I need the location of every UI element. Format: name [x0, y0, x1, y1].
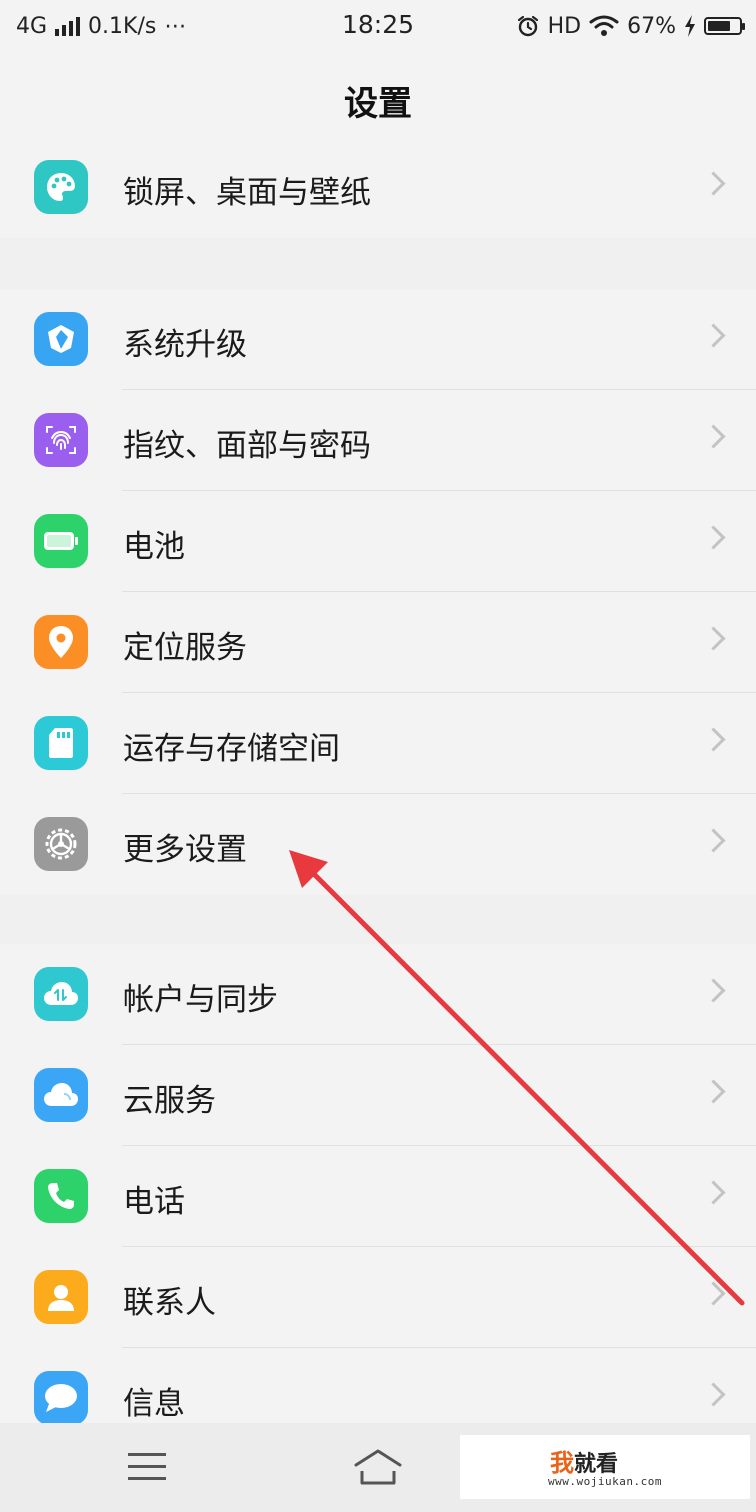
palette-icon [34, 160, 88, 214]
settings-item-label: 锁屏、桌面与壁纸 [123, 175, 371, 211]
phone-icon [34, 1169, 88, 1223]
battery-icon [704, 17, 745, 35]
chevron-right-icon [701, 727, 726, 752]
chevron-right-icon [701, 1180, 726, 1205]
home-icon[interactable] [352, 1447, 404, 1487]
settings-item-location[interactable]: 定位服务 [0, 592, 756, 693]
fingerprint-icon [34, 413, 88, 467]
title-bar: 设置 [0, 52, 756, 147]
battery-percent: 67% [627, 13, 676, 39]
settings-item-label: 指纹、面部与密码 [123, 428, 371, 464]
settings-group-display: 锁屏、桌面与壁纸 [0, 137, 756, 238]
upgrade-icon [34, 312, 88, 366]
gear-icon [34, 817, 88, 871]
chevron-right-icon [701, 978, 726, 1003]
chevron-right-icon [701, 323, 726, 348]
menu-icon[interactable] [128, 1453, 166, 1481]
chevron-right-icon [701, 1079, 726, 1104]
settings-item-label: 信息 [123, 1386, 185, 1422]
settings-item-more-settings[interactable]: 更多设置 [0, 794, 756, 895]
settings-item-system-upgrade[interactable]: 系统升级 [0, 289, 756, 390]
settings-item-label: 运存与存储空间 [123, 731, 340, 767]
settings-item-label: 电话 [123, 1184, 185, 1220]
watermark-logo: 我就看 www.wojiukan.com [460, 1435, 750, 1499]
settings-item-label: 联系人 [123, 1285, 216, 1321]
settings-item-contacts[interactable]: 联系人 [0, 1247, 756, 1348]
navigation-bar: 我就看 www.wojiukan.com [0, 1423, 756, 1512]
settings-item-label: 电池 [123, 529, 185, 565]
settings-item-label: 系统升级 [123, 327, 247, 363]
chevron-right-icon [701, 626, 726, 651]
cloud-icon [34, 1068, 88, 1122]
contact-icon [34, 1270, 88, 1324]
sd-card-icon [34, 716, 88, 770]
status-bar: 4G 0.1K/s ⋯ 18:25 HD 67% [0, 0, 756, 52]
settings-group-accounts: 帐户与同步 云服务 电话 联系人 信息 [0, 944, 756, 1449]
settings-item-label: 帐户与同步 [123, 982, 278, 1018]
watermark-accent: 我 [550, 1449, 574, 1477]
message-icon [34, 1371, 88, 1425]
settings-item-accounts-sync[interactable]: 帐户与同步 [0, 944, 756, 1045]
alarm-icon [517, 15, 538, 37]
watermark-text: 就看 [574, 1452, 619, 1477]
cloud-sync-icon [34, 967, 88, 1021]
watermark-title: 我就看 [550, 1443, 618, 1478]
watermark-url: www.wojiukan.com [548, 1475, 662, 1488]
page-title: 设置 [344, 84, 412, 124]
status-right: HD 67% [516, 10, 745, 42]
chevron-right-icon [701, 171, 726, 196]
chevron-right-icon [701, 424, 726, 449]
charging-icon [685, 15, 695, 37]
chevron-right-icon [701, 525, 726, 550]
location-icon [34, 615, 88, 669]
settings-item-label: 定位服务 [123, 630, 247, 666]
settings-group-system: 系统升级 指纹、面部与密码 电池 定位服务 运存与存储空间 更多设置 [0, 289, 756, 895]
wifi-icon [589, 15, 619, 36]
settings-item-label: 云服务 [123, 1083, 216, 1119]
chevron-right-icon [701, 1281, 726, 1306]
chevron-right-icon [701, 828, 726, 853]
battery-icon [34, 514, 88, 568]
settings-item-lockscreen-wallpaper[interactable]: 锁屏、桌面与壁纸 [0, 137, 756, 238]
settings-item-label: 更多设置 [123, 832, 247, 868]
settings-item-phone[interactable]: 电话 [0, 1146, 756, 1247]
settings-item-ram-storage[interactable]: 运存与存储空间 [0, 693, 756, 794]
settings-item-battery[interactable]: 电池 [0, 491, 756, 592]
settings-item-fingerprint-face-password[interactable]: 指纹、面部与密码 [0, 390, 756, 491]
settings-item-cloud-service[interactable]: 云服务 [0, 1045, 756, 1146]
hd-label: HD [547, 13, 582, 39]
chevron-right-icon [701, 1382, 726, 1407]
